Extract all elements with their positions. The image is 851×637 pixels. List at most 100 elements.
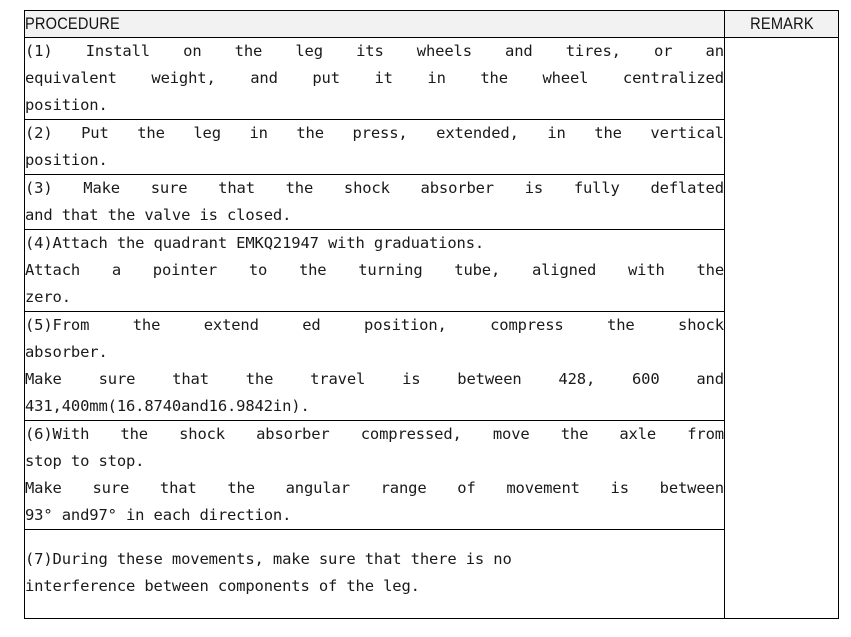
remark-cell[interactable] <box>724 37 839 619</box>
line-token: the <box>227 479 255 497</box>
procedure-step-line: stop to stop. <box>25 452 145 470</box>
procedure-step-line: (2) Put the leg in the press, extended, in the ver… <box>25 120 724 147</box>
line-token: position, <box>364 316 447 334</box>
line-token: shock <box>678 316 724 334</box>
table-row: (1) Install on the leg its wheels and tires, or an… <box>24 37 839 619</box>
procedure-step-line: (3) Make sure that the shock absorber is fully de… <box>25 175 724 202</box>
line-token: put <box>312 69 340 87</box>
line-token: sure <box>92 479 130 497</box>
procedure-step-line: position. <box>25 96 108 114</box>
line-token: the <box>245 370 274 388</box>
line-token: compress <box>490 316 564 334</box>
line-token: the <box>298 261 327 279</box>
line-token: angular <box>285 479 350 497</box>
line-token: turning <box>358 261 423 279</box>
table-row: (6)With the shock absorber compressed, move th… <box>24 420 839 530</box>
line-token: aligned <box>531 261 597 279</box>
line-token: the <box>296 124 324 142</box>
line-token: an <box>705 42 725 60</box>
line-token: weight, <box>151 69 216 87</box>
line-token: the <box>560 425 589 443</box>
table-header: PROCEDURE REMARK <box>24 10 839 38</box>
procedure-step-line: (4)Attach the quadrant EMKQ21947 with gr… <box>25 234 485 252</box>
table-row: (3) Make sure that the shock absorber is fully de… <box>24 174 839 230</box>
line-token: that <box>172 370 209 388</box>
column-header-procedure: PROCEDURE <box>24 10 725 38</box>
procedure-cell-step-3: (3) Make sure that the shock absorber is fully de… <box>24 174 725 230</box>
line-token: tires, <box>565 42 621 60</box>
line-token: tube, <box>454 261 501 279</box>
line-token: wheels <box>416 42 472 60</box>
line-token: of <box>457 479 476 497</box>
table-body: (1) Install on the leg its wheels and tires, or an… <box>24 37 839 619</box>
line-token: range <box>380 479 427 497</box>
line-token: from <box>687 425 724 443</box>
line-token: between <box>457 370 522 388</box>
line-token: move <box>492 425 530 443</box>
line-token: extend <box>203 316 259 334</box>
procedure-cell-step-4: (4)Attach the quadrant EMKQ21947 with gr… <box>24 229 725 312</box>
column-header-remark: REMARK <box>724 10 839 38</box>
procedure-step-line: Make sure that the travel is between 428, 600 and <box>25 366 724 393</box>
line-token: (1) <box>25 42 53 60</box>
procedure-cell-step-1: (1) Install on the leg its wheels and tires, or an… <box>24 37 725 120</box>
column-header-procedure-label: PROCEDURE <box>25 14 120 33</box>
line-token: leg <box>193 124 221 142</box>
line-token: Install <box>85 42 150 60</box>
line-token: axle <box>619 425 657 443</box>
procedure-step-step-4: (4)Attach the quadrant EMKQ21947 with gr… <box>25 230 724 311</box>
line-token: deflated <box>650 179 724 197</box>
table-row: (4)Attach the quadrant EMKQ21947 with gr… <box>24 229 839 312</box>
line-token: pointer <box>152 261 218 279</box>
line-token: Make <box>25 370 62 388</box>
procedure-step-line: (7)During these movements, make sure tha… <box>25 550 512 568</box>
line-token: centralized <box>622 69 724 87</box>
line-token: fully <box>573 179 620 197</box>
procedure-step-line: interference between components of the l… <box>25 577 420 595</box>
line-token: ed <box>302 316 321 334</box>
line-token: the <box>285 179 314 197</box>
line-token: that <box>218 179 255 197</box>
procedure-table: PROCEDURE REMARK (1) Install on the leg its wh… <box>24 10 839 619</box>
line-token: its <box>356 42 384 60</box>
line-token: the <box>480 69 508 87</box>
line-token: absorber <box>256 425 330 443</box>
line-token: the <box>137 124 165 142</box>
procedure-step-line: absorber. <box>25 343 108 361</box>
line-token: movement <box>506 479 580 497</box>
line-token: absorber <box>420 179 495 197</box>
line-token: the <box>120 425 148 443</box>
procedure-step-line: and that the valve is closed. <box>25 206 292 224</box>
procedure-step-step-7: (7)During these movements, make sure tha… <box>25 530 724 618</box>
procedure-step-step-5: (5)From the extend ed position, compress the sh… <box>25 312 724 420</box>
line-token: (6)With <box>25 425 90 443</box>
line-token: extended, <box>436 124 519 142</box>
line-token: the <box>132 316 161 334</box>
procedure-step-line: zero. <box>25 288 71 306</box>
line-token: a <box>111 261 122 279</box>
line-token: vertical <box>650 124 724 142</box>
line-token: Make <box>25 479 62 497</box>
line-token: is <box>524 179 544 197</box>
line-token: (5)From <box>25 316 90 334</box>
procedure-step-line: (6)With the shock absorber compressed, move th… <box>25 421 724 448</box>
line-token: 428, <box>558 370 596 388</box>
procedure-step-line: (5)From the extend ed position, compress the sh… <box>25 312 724 339</box>
line-token: to <box>248 261 268 279</box>
line-token: or <box>653 42 673 60</box>
line-token: wheel <box>542 69 589 87</box>
procedure-step-line: Attach a pointer to the turning tube, aligned wi… <box>25 257 724 284</box>
line-token: the <box>607 316 635 334</box>
table-header-row: PROCEDURE REMARK <box>24 10 839 38</box>
line-token: shock <box>343 179 390 197</box>
line-token: the <box>696 261 724 279</box>
line-token: the <box>594 124 622 142</box>
column-header-remark-label: REMARK <box>749 14 814 33</box>
procedure-cell-step-5: (5)From the extend ed position, compress the sh… <box>24 311 725 421</box>
line-token: Make <box>83 179 120 197</box>
procedure-step-line: position. <box>25 151 108 169</box>
line-token: that <box>159 479 197 497</box>
procedure-step-line: 431,400mm(16.8740and16.9842in). <box>25 397 310 415</box>
procedure-step-line: 93° and97° in each direction. <box>25 506 292 524</box>
line-token: in <box>427 69 446 87</box>
